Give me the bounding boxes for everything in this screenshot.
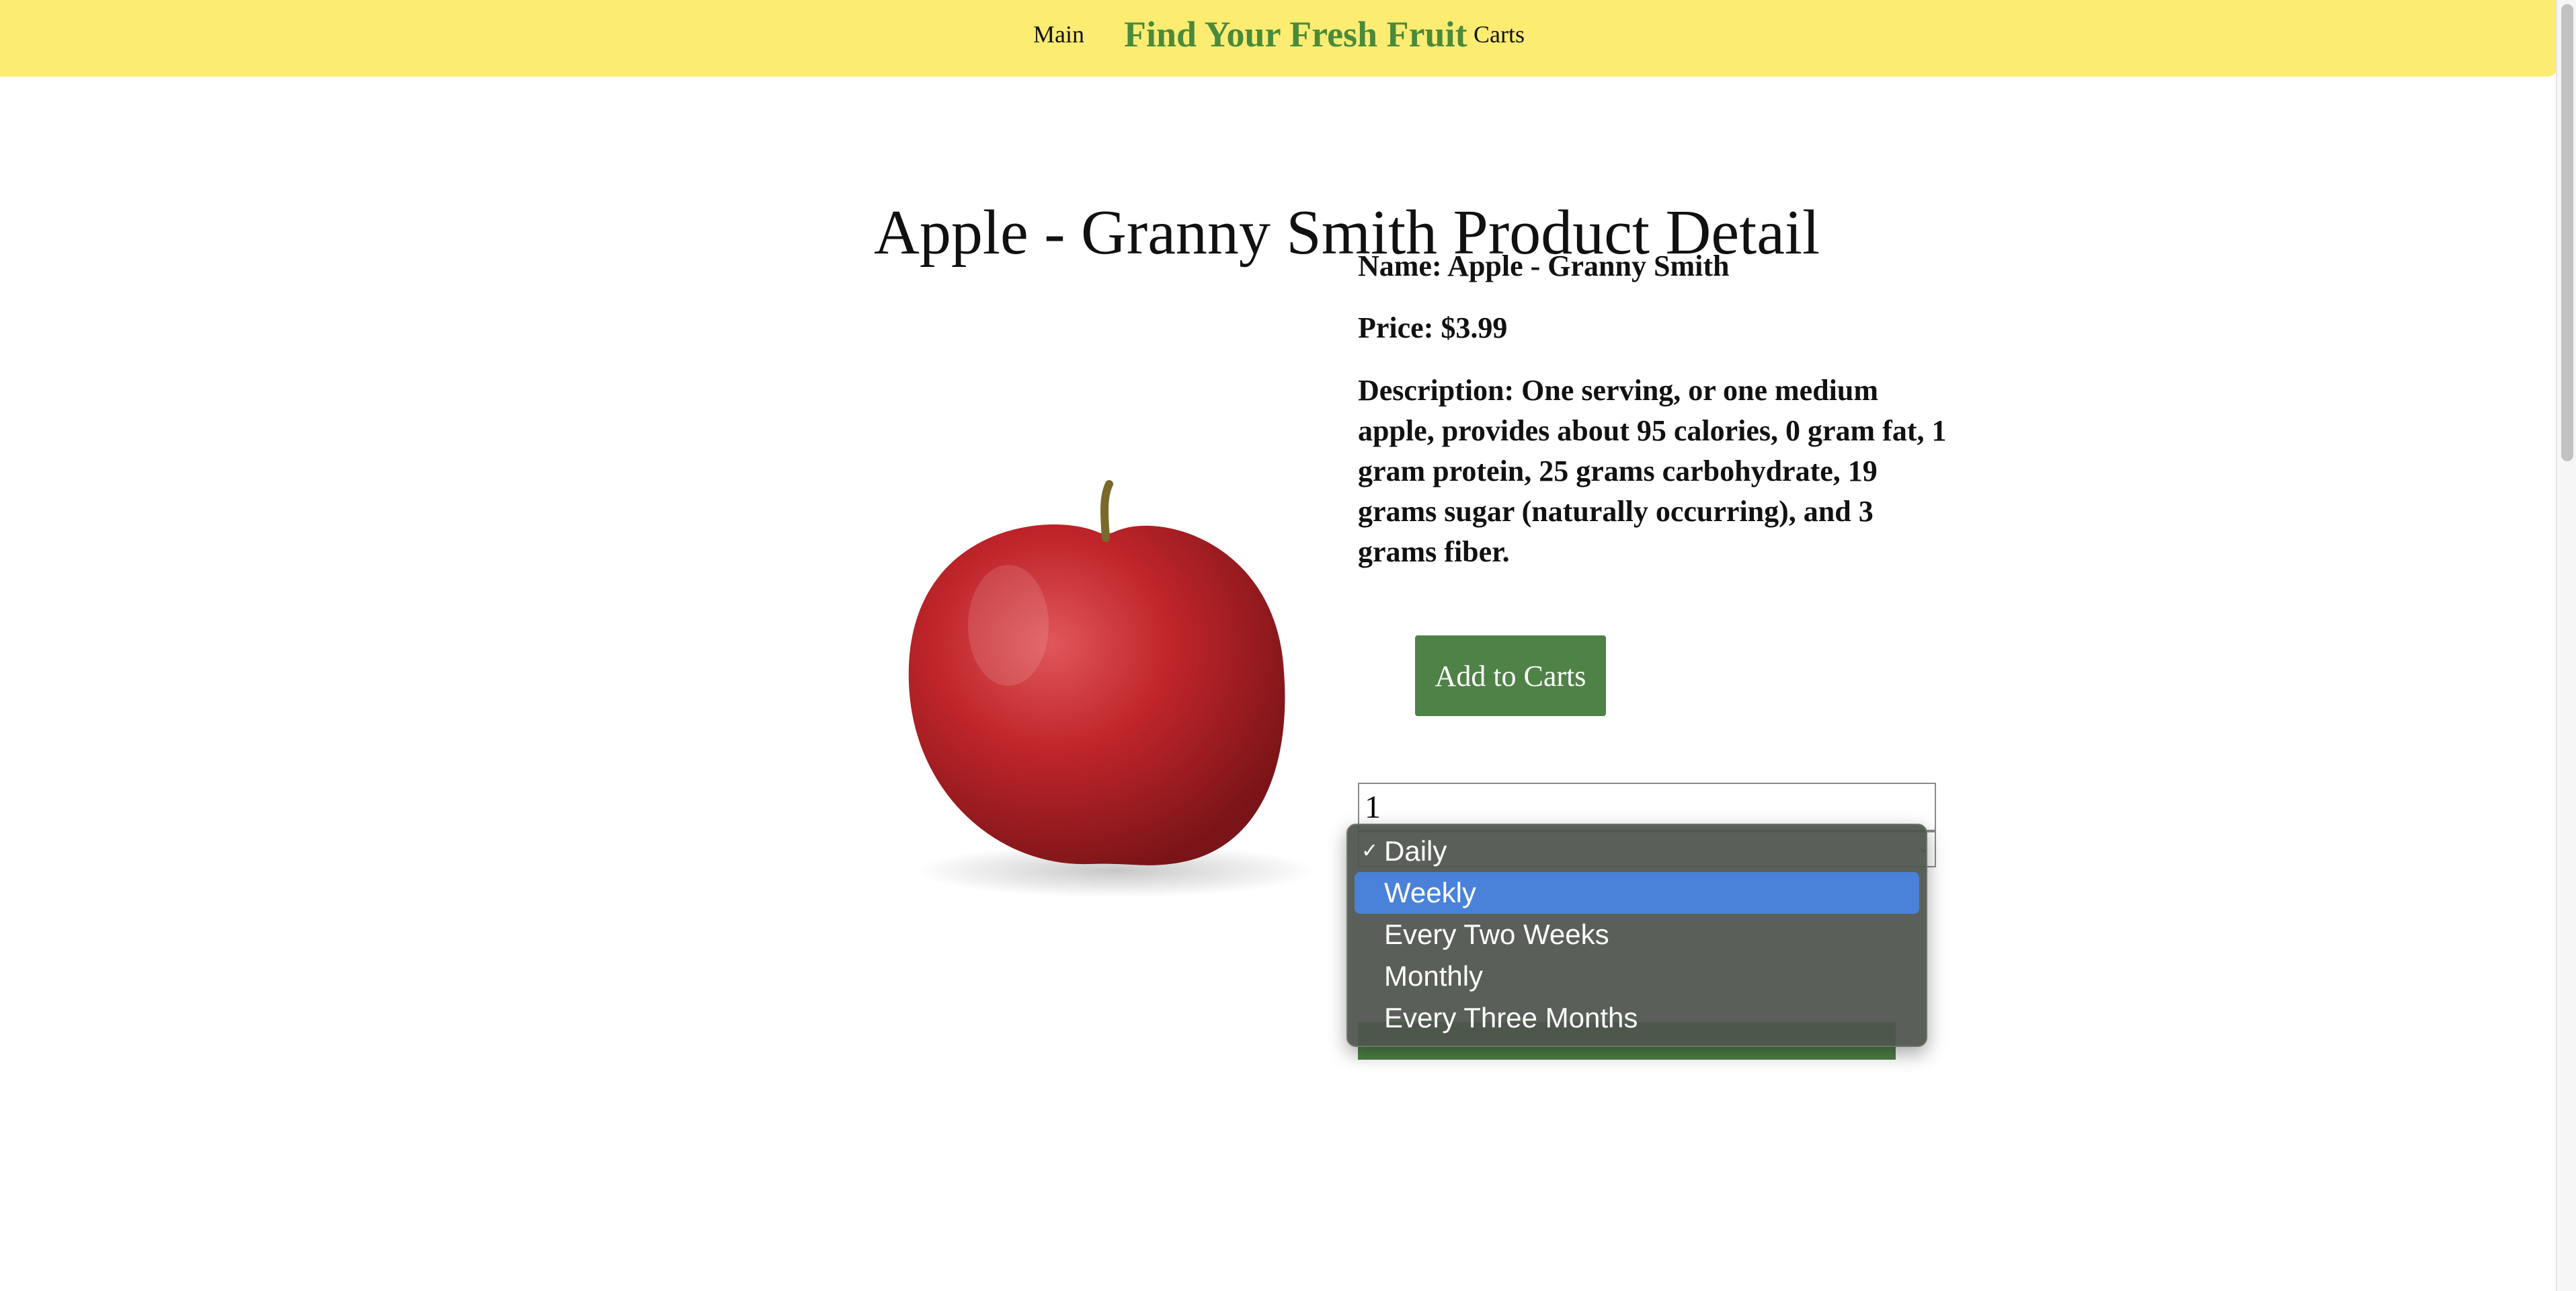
product-name: Name: Apple - Granny Smith [1358, 249, 1730, 282]
scrollbar-thumb[interactable] [2561, 4, 2573, 461]
frequency-option-weekly[interactable]: Weekly [1355, 872, 1919, 914]
option-label: Daily [1384, 835, 1447, 867]
option-label: Every Three Months [1384, 1002, 1638, 1033]
brand-title[interactable]: Find Your Fresh Fruit [1124, 11, 1467, 58]
option-label: Every Two Weeks [1384, 918, 1609, 950]
page-scrollbar[interactable] [2556, 0, 2576, 1291]
top-navbar: Main Find Your Fresh Fruit Carts [0, 0, 2557, 77]
add-to-carts-button[interactable]: Add to Carts [1415, 635, 1606, 716]
frequency-option-monthly[interactable]: Monthly [1355, 955, 1919, 997]
nav-main-link[interactable]: Main [1033, 17, 1084, 51]
nav-carts-link[interactable]: Carts [1474, 17, 1525, 51]
checkmark-icon: ✓ [1361, 840, 1379, 862]
frequency-option-every-two-weeks[interactable]: Every Two Weeks [1355, 914, 1919, 955]
product-image-apple [908, 480, 1318, 898]
product-description: Description: One serving, or one medium … [1358, 374, 1947, 568]
option-label: Weekly [1384, 877, 1476, 908]
frequency-dropdown-menu: ✓ Daily Weekly Every Two Weeks Monthly E… [1346, 824, 1927, 1047]
frequency-option-daily[interactable]: ✓ Daily [1355, 830, 1919, 872]
option-label: Monthly [1384, 960, 1484, 992]
frequency-option-every-three-months[interactable]: Every Three Months [1355, 997, 1919, 1039]
product-price: Price: $3.99 [1358, 311, 1508, 344]
